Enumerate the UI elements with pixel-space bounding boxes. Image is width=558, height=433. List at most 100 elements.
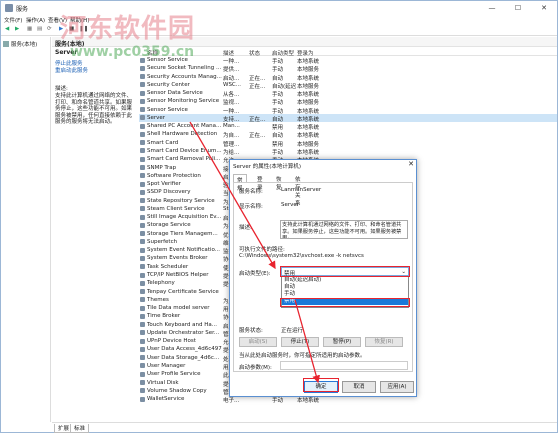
- stop-button[interactable]: 停止(T): [281, 337, 319, 347]
- column-header: 名称 描述 状态 启动类型 登录为: [139, 47, 557, 57]
- service-description-cell: 电子...: [223, 398, 240, 405]
- description-textbox[interactable]: 支持此计算机通过网络的文件、打印、和命名管道共享。如果服务停止，这些功能不可用。…: [280, 220, 408, 239]
- table-row[interactable]: Sensor Service 一种... 手动 本地系统: [139, 56, 557, 65]
- nav-services-local[interactable]: 服务(本地): [3, 40, 37, 48]
- list-icon[interactable]: ▤: [37, 26, 45, 34]
- service-gear-icon: [140, 189, 145, 195]
- menu-action[interactable]: 操作(A): [26, 16, 45, 24]
- stop-service-link[interactable]: 停止此服务: [55, 61, 137, 68]
- restart-service-link[interactable]: 重启动此服务: [55, 68, 137, 75]
- service-name-cell: Spot Verifier: [147, 181, 181, 188]
- service-gear-icon: [140, 272, 145, 278]
- service-gear-icon: [140, 198, 145, 204]
- service-name-cell: Secure Socket Tunneling ...: [147, 65, 222, 72]
- service-name-cell: User Profile Service: [147, 371, 201, 378]
- service-gear-icon: [140, 231, 145, 237]
- gear-icon: [3, 41, 9, 47]
- service-name-label: 服务名称:: [239, 189, 263, 195]
- start-button[interactable]: 启动(S): [239, 337, 277, 347]
- option-auto[interactable]: 自动: [282, 284, 408, 291]
- table-row[interactable]: Sensor Service 一种... 手动 本地系统: [139, 106, 557, 115]
- table-row[interactable]: Security CenterWSC...正在...自动(延迟...本地服务: [139, 81, 557, 90]
- back-arrow-icon[interactable]: ◀: [5, 26, 13, 34]
- service-name-cell: Virtual Disk: [147, 379, 179, 386]
- service-description-cell: Man...: [223, 123, 240, 130]
- services-app-icon: [5, 4, 13, 12]
- service-name-cell: Sensor Service: [147, 106, 188, 113]
- console-icon[interactable]: ▦: [27, 26, 35, 34]
- table-row[interactable]: Smart Card Device Enum... 为给... 手动 本地系统: [139, 147, 557, 156]
- description-label: 描述:: [55, 86, 68, 92]
- service-gear-icon: [140, 98, 145, 104]
- apply-button[interactable]: 应用(A): [380, 381, 414, 393]
- service-gear-icon: [140, 313, 145, 319]
- startup-type-label: 启动类型(E):: [239, 271, 271, 277]
- table-row[interactable]: Shared PC Account Mana... Man... 禁用 本地系统: [139, 122, 557, 131]
- table-row[interactable]: Sensor Monitoring Service 监视... 手动 本地服务: [139, 97, 557, 106]
- option-manual[interactable]: 手动: [282, 291, 408, 298]
- window-title: 服务: [16, 6, 29, 13]
- start-params-input[interactable]: [280, 361, 408, 370]
- forward-arrow-icon[interactable]: ▶: [15, 26, 23, 34]
- service-name-cell: State Repository Service: [147, 197, 215, 204]
- service-name-cell: UPnP Device Host: [147, 338, 196, 345]
- service-gear-icon: [140, 173, 145, 179]
- cancel-button[interactable]: 取消: [342, 381, 376, 393]
- option-auto-delayed[interactable]: 自动(延迟启动): [282, 277, 408, 284]
- service-gear-icon: [140, 280, 145, 286]
- service-gear-icon: [140, 115, 145, 121]
- service-name-cell: Tenpay Certificate Service: [147, 288, 219, 295]
- start-params-label: 启动参数(M):: [239, 365, 272, 371]
- service-logon-cell: 本地系统: [297, 398, 320, 405]
- service-gear-icon: [140, 222, 145, 228]
- service-gear-icon: [140, 346, 145, 352]
- menu-file[interactable]: 文件(F): [4, 16, 22, 24]
- minimize-button[interactable]: —: [479, 1, 505, 15]
- service-gear-icon: [140, 82, 145, 88]
- service-gear-icon: [140, 363, 145, 369]
- service-gear-icon: [140, 264, 145, 270]
- service-name-cell: System Event Notificatio...: [147, 247, 220, 254]
- service-gear-icon: [140, 305, 145, 311]
- server-properties-dialog: Server 的属性(本地计算机) ✕ 常规 登录 恢复 依存关系 服务名称: …: [229, 159, 417, 397]
- table-row[interactable]: Sensor Data Service 从各... 手动 本地系统: [139, 89, 557, 98]
- service-name-value: LanmanServer: [281, 187, 322, 193]
- service-gear-icon: [140, 289, 145, 295]
- description-label: 描述:: [239, 225, 252, 231]
- display-name-value: Server: [281, 202, 300, 208]
- resume-button[interactable]: 恢复(R): [365, 337, 403, 347]
- service-description-cell: WSC...: [223, 81, 242, 88]
- service-name-cell: Smart Card Removal Poli...: [147, 156, 221, 163]
- service-gear-icon: [140, 123, 145, 129]
- service-name-cell: SSDP Discovery: [147, 189, 191, 196]
- tab-standard[interactable]: 标准: [70, 424, 90, 433]
- service-name-cell: Still Image Acquisition Ev...: [147, 214, 222, 221]
- table-row[interactable]: Secure Socket Tunneling ... 提供... 手动 本地服务: [139, 64, 557, 73]
- table-row[interactable]: Security Accounts Manag... 启动... 正在... 自动 本地…: [139, 73, 557, 82]
- service-gear-icon: [140, 239, 145, 245]
- service-gear-icon: [140, 388, 145, 394]
- service-gear-icon: [140, 156, 145, 162]
- service-name-cell: User Manager: [147, 362, 186, 369]
- refresh-icon[interactable]: ⟳: [47, 26, 55, 34]
- service-name-cell: Security Accounts Manag...: [147, 73, 222, 80]
- service-name-cell: Storage Tiers Managem...: [147, 230, 218, 237]
- service-name-cell: Security Center: [147, 81, 190, 88]
- service-gear-icon: [140, 107, 145, 113]
- table-row[interactable]: Smart Card 管理... 禁用 本地服务: [139, 139, 557, 148]
- service-gear-icon: [140, 140, 145, 146]
- service-name-cell: Task Scheduler: [147, 263, 189, 270]
- table-row[interactable]: Shell Hardware Detection 为自... 正在... 自动 本地系统: [139, 130, 557, 139]
- exec-path-value: C:\Windows\system32\svchost.exe -k netsv…: [239, 253, 364, 259]
- close-button[interactable]: ✕: [531, 1, 557, 15]
- watermark-logo: 河东软件园: [60, 14, 196, 44]
- service-name-cell: Smart Card Device Enum...: [147, 147, 222, 154]
- service-gear-icon: [140, 131, 145, 137]
- maximize-button[interactable]: ☐: [505, 1, 531, 15]
- service-name-cell: Storage Service: [147, 222, 191, 229]
- table-row[interactable]: Server 支持... 正在... 自动 本地系统: [139, 113, 557, 123]
- pause-button[interactable]: 暂停(P): [323, 337, 361, 347]
- dialog-close-button[interactable]: ✕: [408, 160, 414, 168]
- service-name-cell: Time Broker: [147, 313, 181, 320]
- description-text: 支持此计算机通过网络的文件、打印、和命名管道共享。如果服务停止，这些功能不可用。…: [55, 93, 133, 125]
